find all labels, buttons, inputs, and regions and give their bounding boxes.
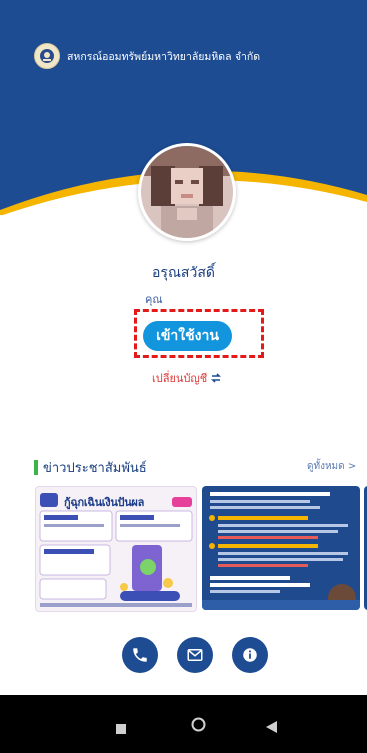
avatar [138,143,236,241]
news-section-title-text: ข่าวประชาสัมพันธ์ [43,461,147,476]
news-card-headline: กู้ฉุกเฉินเงินปันผล [64,496,145,509]
greeting-text: อรุณสวัสดิ์ [152,265,215,281]
section-accent-bar [34,460,38,475]
mail-button[interactable] [177,637,213,673]
news-card[interactable]: กู้ฉุกเฉินเงินปันผล [35,486,197,612]
recents-icon [116,724,126,734]
phone-icon [133,648,147,662]
system-navigation-bar [0,695,367,753]
back-icon [266,721,277,733]
org-logo [34,43,60,69]
info-button[interactable] [232,637,268,673]
org-name: สหกรณ์ออมทรัพย์มหาวิทยาลัยมหิดล จำกัด [67,51,261,63]
mail-icon [187,649,203,661]
switch-account-link[interactable]: เปลี่ยนบัญชี [152,369,222,387]
see-all-link[interactable]: ดูทั้งหมด > [307,459,356,474]
home-icon [191,717,206,732]
swap-icon [211,373,222,383]
switch-account-label: เปลี่ยนบัญชี [152,372,208,385]
login-button[interactable]: เข้าใช้งาน [143,321,232,351]
logo-emblem-icon [40,49,54,63]
news-card-graphic [202,492,360,610]
home-button[interactable] [191,717,206,736]
news-card[interactable] [202,486,360,610]
recents-button[interactable] [116,719,126,738]
user-photo [141,146,233,238]
phone-button[interactable] [122,637,158,673]
news-section-title: ข่าวประชาสัมพันธ์ [34,457,147,478]
info-icon [243,648,257,662]
user-name-prefix: คุณ [145,293,163,306]
back-button[interactable] [266,718,277,737]
